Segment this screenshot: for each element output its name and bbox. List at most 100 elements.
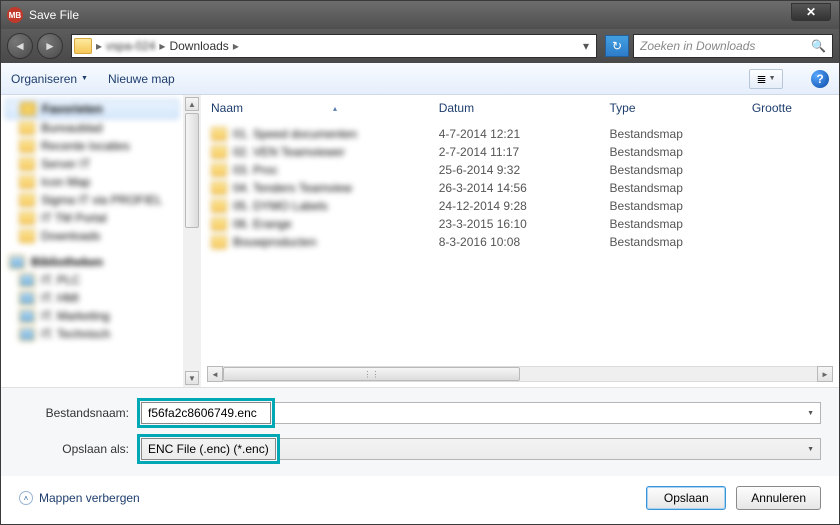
table-row[interactable]: 04. Tenders Teamview 26-3-2014 14:56Besta… — [211, 179, 829, 197]
sidebar-scrollbar[interactable]: ▲ ▼ — [183, 95, 201, 387]
back-button[interactable]: ◄ — [7, 33, 33, 59]
sidebar-item[interactable]: IT. Technisch — [1, 325, 183, 343]
table-row[interactable]: 01. Speed documenten 4-7-2014 12:21Bestan… — [211, 125, 829, 143]
table-row[interactable]: 03. Proc 25-6-2014 9:32Bestandsmap — [211, 161, 829, 179]
chevron-right-icon: ▸ — [233, 39, 239, 53]
breadcrumb-item[interactable]: vspa-024 — [106, 39, 155, 53]
filename-input[interactable]: f56fa2c8606749.enc — [141, 402, 271, 424]
chevron-right-icon: ▸ — [159, 39, 165, 53]
sidebar-group-libraries[interactable]: Bibliotheken — [1, 253, 183, 271]
save-button[interactable]: Opslaan — [646, 486, 726, 510]
address-dropdown[interactable]: ▾ — [578, 39, 594, 53]
file-date: 24-12-2014 9:28 — [439, 199, 610, 213]
table-row[interactable]: Bouwproducten 8-3-2016 10:08Bestandsmap — [211, 233, 829, 251]
file-name: 02. VEN Teamviewer — [233, 145, 345, 159]
chevron-right-icon: ▸ — [96, 39, 102, 53]
search-icon: 🔍 — [811, 39, 826, 53]
sidebar-item[interactable]: IT. PLC — [1, 271, 183, 289]
highlight-box: ENC File (.enc) (*.enc) — [137, 434, 280, 464]
saveas-type-extent[interactable]: ▼ — [280, 438, 821, 460]
file-type: Bestandsmap — [610, 181, 752, 195]
search-placeholder: Zoeken in Downloads — [640, 39, 755, 53]
help-button[interactable]: ? — [811, 70, 829, 88]
file-date: 4-7-2014 12:21 — [439, 127, 610, 141]
scroll-thumb[interactable] — [185, 113, 199, 228]
folder-icon — [211, 145, 227, 159]
cancel-button[interactable]: Annuleren — [736, 486, 821, 510]
filename-label: Bestandsnaam: — [19, 406, 137, 420]
file-date: 2-7-2014 11:17 — [439, 145, 610, 159]
file-name: 06. Erange — [233, 217, 292, 231]
folder-icon — [211, 217, 227, 231]
close-button[interactable]: ✕ — [791, 3, 831, 21]
file-rows: 01. Speed documenten4-7-2014 12:21Bestan… — [201, 121, 839, 255]
scroll-left-icon[interactable]: ◄ — [207, 366, 223, 382]
scroll-thumb[interactable]: ⋮⋮ — [223, 367, 520, 381]
file-type: Bestandsmap — [610, 127, 752, 141]
breadcrumb-item[interactable]: Downloads — [169, 39, 228, 53]
file-date: 26-3-2014 14:56 — [439, 181, 610, 195]
file-list-pane: Naam▴ Datum Type Grootte 01. Speed docum… — [201, 95, 839, 387]
chevron-down-icon[interactable]: ▼ — [807, 446, 814, 453]
sidebar-item[interactable]: IT. HMI — [1, 289, 183, 307]
file-name: 03. Proc — [233, 163, 278, 177]
sidebar-group-favorites[interactable]: Favorieten — [5, 99, 179, 119]
file-name: 04. Tenders Teamview — [233, 181, 352, 195]
scroll-right-icon[interactable]: ► — [817, 366, 833, 382]
saveas-type-select[interactable]: ENC File (.enc) (*.enc) — [141, 438, 276, 460]
file-type: Bestandsmap — [610, 235, 752, 249]
saveas-label: Opslaan als: — [19, 442, 137, 456]
organize-menu[interactable]: Organiseren▼ — [11, 72, 88, 86]
forward-button[interactable]: ► — [37, 33, 63, 59]
column-header-date[interactable]: Datum — [439, 101, 610, 115]
navigation-bar: ◄ ► ▸ vspa-024 ▸ Downloads ▸ ▾ ↻ Zoeken … — [1, 29, 839, 63]
column-header-name[interactable]: Naam▴ — [211, 101, 439, 115]
sidebar-item[interactable]: IT. Marketing — [1, 307, 183, 325]
folder-icon — [74, 38, 92, 54]
refresh-button[interactable]: ↻ — [605, 35, 629, 57]
chevron-up-icon: ˄ — [19, 491, 33, 505]
file-type: Bestandsmap — [610, 217, 752, 231]
table-row[interactable]: 02. VEN Teamviewer 2-7-2014 11:17Bestands… — [211, 143, 829, 161]
table-row[interactable]: 05. DYMO Labels24-12-2014 9:28Bestandsma… — [211, 197, 829, 215]
file-date: 25-6-2014 9:32 — [439, 163, 610, 177]
column-header-type[interactable]: Type — [610, 101, 752, 115]
file-name: Bouwproducten — [233, 235, 316, 249]
sidebar-item[interactable]: IT TM Portal — [1, 209, 183, 227]
folder-icon — [211, 199, 227, 213]
save-file-dialog: MB Save File ✕ ◄ ► ▸ vspa-024 ▸ Download… — [0, 0, 840, 525]
sort-indicator-icon: ▴ — [333, 104, 337, 113]
sidebar-item[interactable]: Server IT — [1, 155, 183, 173]
file-date: 23-3-2015 16:10 — [439, 217, 610, 231]
sidebar-item[interactable]: Sigma IT via PROFIEL — [1, 191, 183, 209]
highlight-box: f56fa2c8606749.enc — [137, 398, 275, 428]
scroll-down-icon[interactable]: ▼ — [185, 371, 199, 385]
app-icon: MB — [7, 7, 23, 23]
folder-icon — [211, 235, 227, 249]
column-header-size[interactable]: Grootte — [752, 101, 823, 115]
sidebar: Favorieten Bureaublad Recente locaties S… — [1, 95, 183, 387]
scroll-up-icon[interactable]: ▲ — [185, 97, 199, 111]
file-type: Bestandsmap — [610, 163, 752, 177]
file-date: 8-3-2016 10:08 — [439, 235, 610, 249]
sidebar-item[interactable]: Downloads — [1, 227, 183, 245]
view-options-button[interactable]: ≣ ▼ — [749, 69, 783, 89]
file-type: Bestandsmap — [610, 145, 752, 159]
column-headers: Naam▴ Datum Type Grootte — [201, 95, 839, 121]
filename-fields: Bestandsnaam: f56fa2c8606749.enc ▼ Opsla… — [1, 387, 839, 476]
hide-folders-toggle[interactable]: ˄ Mappen verbergen — [19, 491, 140, 505]
search-input[interactable]: Zoeken in Downloads 🔍 — [633, 34, 833, 58]
sidebar-item[interactable]: Icon Map — [1, 173, 183, 191]
file-name: 01. Speed documenten — [233, 127, 357, 141]
titlebar[interactable]: MB Save File ✕ — [1, 1, 839, 29]
folder-icon — [211, 163, 227, 177]
horizontal-scrollbar[interactable]: ◄ ⋮⋮ ► — [207, 365, 833, 383]
new-folder-button[interactable]: Nieuwe map — [108, 72, 175, 86]
table-row[interactable]: 06. Erange 23-3-2015 16:10Bestandsmap — [211, 215, 829, 233]
address-bar[interactable]: ▸ vspa-024 ▸ Downloads ▸ ▾ — [71, 34, 597, 58]
sidebar-item[interactable]: Bureaublad — [1, 119, 183, 137]
sidebar-item[interactable]: Recente locaties — [1, 137, 183, 155]
chevron-down-icon[interactable]: ▼ — [807, 410, 814, 417]
filename-input-extent[interactable]: ▼ — [275, 402, 821, 424]
folder-icon — [211, 127, 227, 141]
